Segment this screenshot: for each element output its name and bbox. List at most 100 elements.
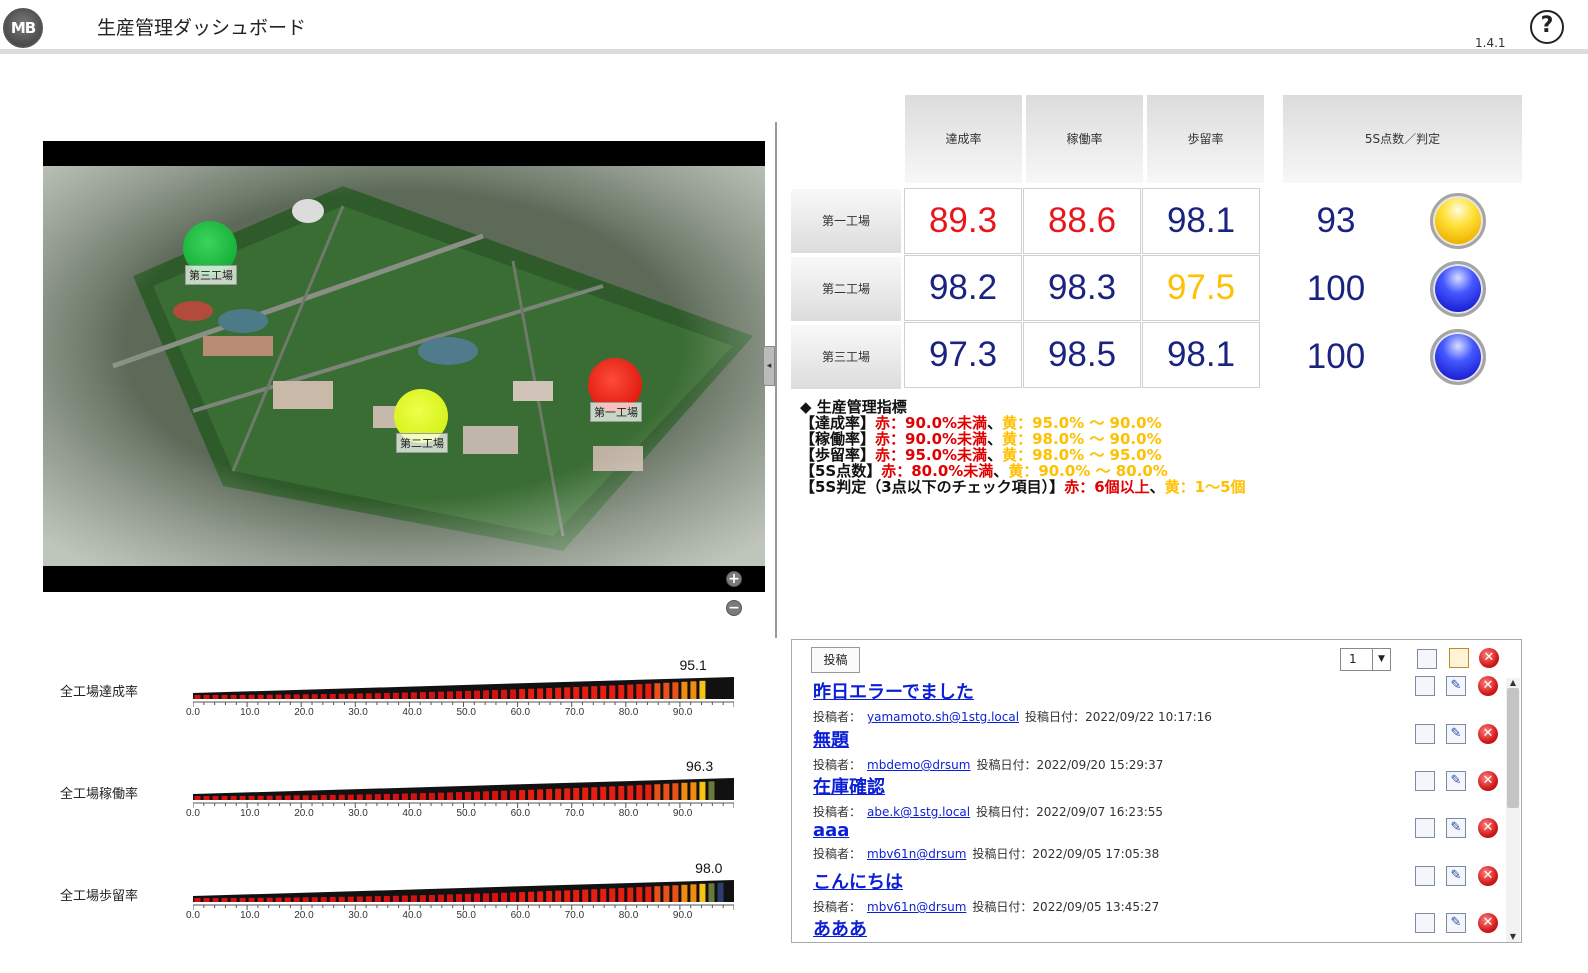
page-title: 生産管理ダッシュボード [97,17,307,39]
factory-marker-2[interactable]: 第二工場 [394,389,448,453]
kpi-row-label-factory-3[interactable]: 第三工場 [791,325,901,389]
gauge-tick-label: 90.0 [672,910,693,921]
scrollbar-thumb[interactable] [1507,688,1519,808]
detail-icon[interactable] [1415,676,1435,696]
post-title-link[interactable]: 在庫確認 [813,773,885,799]
gauge-segment [690,884,697,902]
gauge-segment [510,790,517,800]
detail-icon[interactable] [1415,771,1435,791]
gauge-segment [410,895,417,902]
gauge-segment [582,686,589,699]
gauge-tick-label: 80.0 [618,707,639,718]
delete-icon[interactable]: ✕ [1478,724,1498,744]
zoom-out-button[interactable]: − [726,600,742,616]
gauge-segment [437,691,444,699]
post-title-link[interactable]: あああ [813,915,867,941]
gauge-tick-label: 10.0 [240,707,260,718]
factory-map[interactable]: 第三工場 第一工場 第二工場 [43,166,765,566]
post-author-link[interactable]: mbv61n@drsum [867,900,966,914]
gauge-label-yield: 全工場歩留率 [60,889,139,904]
gauge-segment [672,682,679,699]
zoom-in-button[interactable]: + [726,571,742,587]
factory-marker-3[interactable]: 第三工場 [183,221,237,285]
chevron-down-icon[interactable]: ▼ [1372,649,1390,670]
gauge-segment [636,785,643,800]
scroll-up-icon[interactable]: ▲ [1506,678,1520,688]
delete-icon[interactable]: ✕ [1478,913,1498,933]
kpi-cell: 89.3 [904,188,1022,254]
gauge-tick-label: 30.0 [348,707,368,718]
gauge-segment [257,897,264,902]
edit-icon[interactable]: ✎ [1446,818,1466,838]
5s-score: 100 [1306,337,1366,376]
new-post-button[interactable]: 投稿 [811,647,860,673]
page-select[interactable]: 1 ▼ [1340,648,1391,671]
scroll-down-icon[interactable]: ▼ [1506,932,1520,942]
help-icon[interactable]: ? [1530,10,1564,44]
export-icon[interactable] [1449,648,1469,668]
list-view-icon[interactable] [1417,649,1437,669]
post-author-link[interactable]: mbdemo@drsum [867,758,970,772]
gauge-segment [230,897,237,902]
edit-icon[interactable]: ✎ [1446,913,1466,933]
factory-marker-1[interactable]: 第一工場 [588,358,642,422]
edit-icon[interactable]: ✎ [1446,866,1466,886]
gauge-segment [428,894,435,902]
app-logo: MB [3,8,43,48]
detail-icon[interactable] [1415,866,1435,886]
gauge-segment [654,886,661,902]
detail-icon[interactable] [1415,913,1435,933]
gauge-segment [365,794,372,800]
legend-red: 赤：6個以上 [1064,478,1150,496]
gauge-segment [483,690,490,699]
gauge-segment [257,694,264,699]
detail-icon[interactable] [1415,724,1435,744]
edit-icon[interactable]: ✎ [1446,771,1466,791]
post-date-label: 投稿日付： [1025,710,1086,724]
delete-icon[interactable]: ✕ [1478,676,1498,696]
gauge-segment [392,895,399,902]
delete-icon[interactable]: ✕ [1478,771,1498,791]
post-title-link[interactable]: aaa [813,820,849,841]
gauge-yield: 0.0 10.0 20.0 30.0 40.0 50.0 60.0 70.0 80.0 90.0 9… [186,860,735,921]
gauge-segment [266,795,273,800]
5s-judge-lamp [1430,261,1486,317]
gauge-segment [455,894,462,902]
gauge-segment [510,689,517,699]
post-list-scrollbar[interactable]: ▲ ▼ [1506,678,1520,942]
gauge-segment [717,882,724,902]
gauge-segment [537,789,544,800]
post-title-link[interactable]: 昨日エラーでました [813,678,974,704]
post-title-link[interactable]: 無題 [813,726,849,752]
kpi-row-label-factory-2[interactable]: 第二工場 [791,257,901,321]
dashboard-app: MB 生産管理ダッシュボード 1.4.1 ? 第三工場 第一工場 第二工場 + … [0,0,1588,973]
gauge-tick-label: 60.0 [510,808,531,819]
edit-icon[interactable]: ✎ [1446,676,1466,696]
gauge-segment [203,897,210,902]
collapse-panel-button[interactable]: ◂ [763,346,775,386]
detail-icon[interactable] [1415,818,1435,838]
gauge-segment [329,896,336,902]
gauge-segment [302,795,309,800]
post-author-link[interactable]: abe.k@1stg.local [867,805,970,819]
kpi-header-5s: 5S点数／判定 [1283,95,1522,183]
gauge-segment [591,787,598,800]
gauge-segment [401,793,408,800]
legend-yellow: 黄：1〜5個 [1164,478,1246,496]
post-author-label: 投稿者： [813,710,862,724]
post-author-label: 投稿者： [813,805,862,819]
gauge-tick-label: 40.0 [402,808,422,819]
post-author-link[interactable]: yamamoto.sh@1stg.local [867,710,1019,724]
kpi-row-label-factory-1[interactable]: 第一工場 [791,189,901,253]
gauge-segment [257,795,264,800]
edit-icon[interactable]: ✎ [1446,724,1466,744]
delete-icon[interactable]: ✕ [1478,818,1498,838]
post-author-link[interactable]: mbv61n@drsum [867,847,966,861]
delete-icon[interactable]: ✕ [1478,866,1498,886]
gauge-segment [230,694,237,699]
post-title-link[interactable]: こんにちは [813,868,903,894]
gauge-segment [546,891,553,902]
gauge-tick-label: 70.0 [564,910,585,921]
close-icon[interactable]: ✕ [1479,648,1499,668]
gauge-segment [392,793,399,800]
